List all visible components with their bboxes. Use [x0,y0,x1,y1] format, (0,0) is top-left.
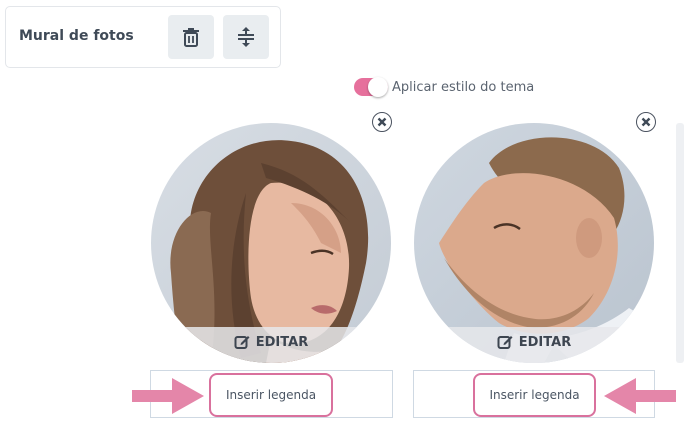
caption-input-1[interactable] [209,373,333,417]
photo-wall-toolbar: Mural de fotos [5,6,281,68]
delete-button[interactable] [168,15,214,59]
theme-style-label: Aplicar estilo do tema [392,79,535,95]
edit-label: EDITAR [255,334,309,350]
edit-icon [234,336,250,349]
photo-1[interactable]: EDITAR [151,123,391,363]
vertical-spacing-icon [238,27,254,47]
caption-input-2[interactable] [473,373,596,417]
theme-style-toggle-row: Aplicar estilo do tema [354,76,534,98]
scrollbar[interactable] [676,123,684,363]
arrow-right-icon [132,378,204,414]
toolbar-title: Mural de fotos [19,28,134,44]
arrow-left-icon [604,378,676,414]
photo-2[interactable]: EDITAR [414,123,654,363]
edit-photo-2-button[interactable]: EDITAR [414,327,654,363]
edit-photo-1-button[interactable]: EDITAR [151,327,391,363]
vertical-spacing-button[interactable] [223,15,269,59]
edit-label: EDITAR [518,334,572,350]
trash-icon [183,28,199,47]
theme-style-toggle[interactable] [354,77,388,97]
edit-icon [497,336,513,349]
toggle-knob [368,77,388,97]
